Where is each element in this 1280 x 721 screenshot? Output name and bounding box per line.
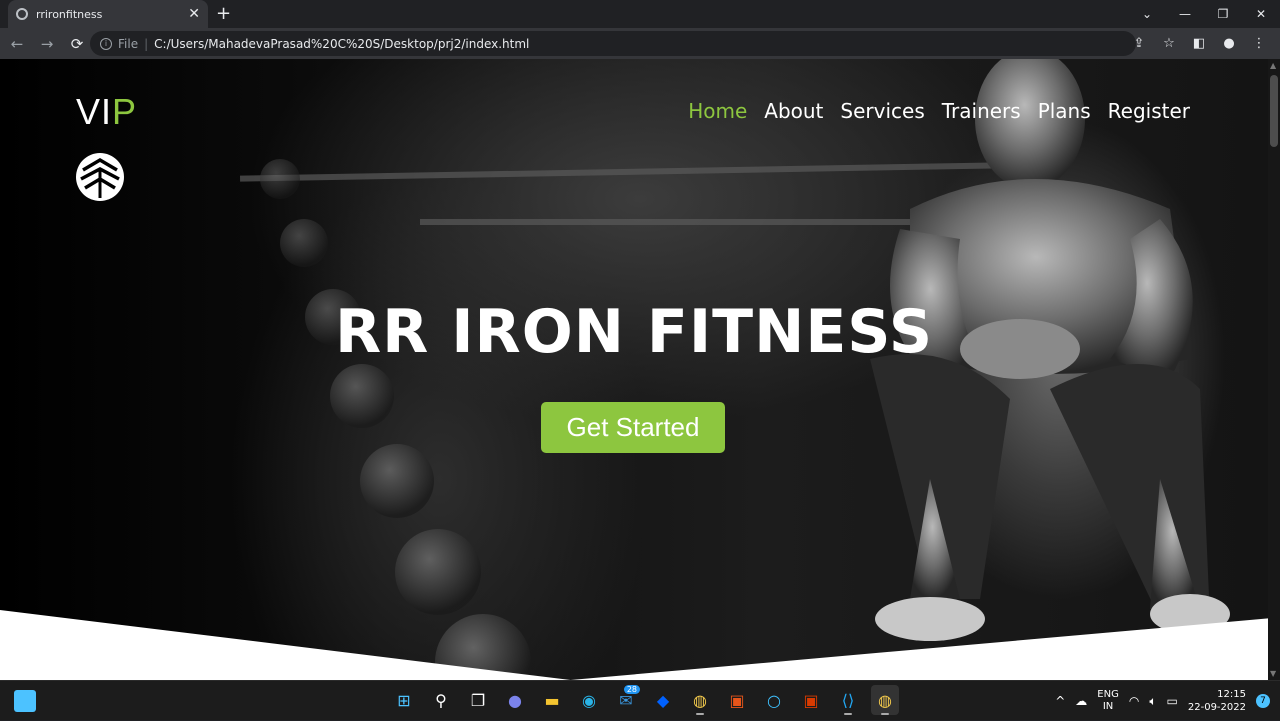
task-view-icon[interactable]: ❐ (464, 685, 492, 715)
mail-badge: 28 (623, 685, 640, 694)
athlete-image (870, 59, 1230, 641)
scrollbar-thumb[interactable] (1270, 75, 1278, 147)
scheme-label: File (118, 36, 139, 51)
chrome-icon[interactable]: ◍ (686, 685, 714, 715)
windows-taskbar: ⊞ ⚲ ❐ ● ▬ ◉ ✉ 28 ◆ ◍ ▣ ○ ▣ ⟨⟩ ◍ ^ ☁ ENG I… (0, 680, 1280, 720)
share-icon[interactable]: ⇪ (1126, 36, 1152, 51)
widgets-icon[interactable] (14, 690, 36, 712)
address-separator: | (144, 36, 149, 51)
star-icon[interactable]: ☆ (1156, 36, 1182, 51)
new-tab-button[interactable]: + (216, 4, 231, 24)
file-explorer-icon[interactable]: ▬ (538, 685, 566, 715)
clock[interactable]: 12:15 22-09-2022 (1188, 688, 1246, 714)
nav-home-link[interactable]: Home (688, 99, 747, 123)
gym-emblem-icon[interactable] (75, 152, 125, 202)
minimize-button[interactable]: — (1166, 0, 1204, 28)
system-tray: ^ ☁ ENG IN ◠ 🔈︎ ▭ 12:15 22-09-2022 7 (1055, 681, 1270, 721)
maximize-button[interactable]: ❐ (1204, 0, 1242, 28)
tray-overflow-icon[interactable]: ^ (1055, 694, 1065, 708)
info-icon[interactable]: i (100, 37, 112, 50)
cortana-icon[interactable]: ○ (760, 685, 788, 715)
language-indicator[interactable]: ENG IN (1097, 689, 1119, 713)
address-bar[interactable]: i File | C:/Users/MahadevaPrasad%20C%20S… (90, 31, 1136, 56)
main-navigation: Home About Services Trainers Plans Regis… (688, 99, 1190, 123)
notification-badge[interactable]: 7 (1256, 694, 1270, 708)
globe-icon (16, 8, 28, 20)
browser-toolbar: ← → ⟳ i File | C:/Users/MahadevaPrasad%2… (0, 28, 1280, 59)
onedrive-icon[interactable]: ☁ (1075, 694, 1087, 708)
clock-date: 22-09-2022 (1187, 702, 1246, 713)
page-scrollbar[interactable]: ▲ ▼ (1268, 59, 1280, 680)
nav-trainers-link[interactable]: Trainers (942, 99, 1021, 123)
taskbar-apps: ⊞ ⚲ ❐ ● ▬ ◉ ✉ 28 ◆ ◍ ▣ ○ ▣ ⟨⟩ ◍ (390, 685, 899, 715)
search-icon[interactable]: ⚲ (427, 685, 455, 715)
start-icon[interactable]: ⊞ (390, 685, 418, 715)
toolbar-actions: ⇪ ☆ ◧ ● ⋮ (1126, 28, 1272, 59)
tab-title: rrironfitness (36, 7, 103, 21)
nav-services-link[interactable]: Services (840, 99, 924, 123)
scroll-up-icon[interactable]: ▲ (1270, 61, 1276, 70)
lang-top: ENG (1097, 689, 1119, 700)
clock-time: 12:15 (1217, 689, 1246, 700)
window-controls: ⌄ — ❐ ✕ (1128, 0, 1280, 28)
menu-icon[interactable]: ⋮ (1246, 36, 1272, 51)
back-icon[interactable]: ← (4, 35, 30, 53)
nav-about-link[interactable]: About (764, 99, 823, 123)
wifi-icon[interactable]: ◠ (1129, 694, 1139, 708)
url-text[interactable]: C:/Users/MahadevaPrasad%20C%20S/Desktop/… (154, 37, 529, 51)
mail-icon[interactable]: ✉ 28 (612, 685, 640, 715)
logo-text-main: VI (76, 91, 113, 132)
chrome-active-icon[interactable]: ◍ (871, 685, 899, 715)
vscode-icon[interactable]: ⟨⟩ (834, 685, 862, 715)
logo-text-accent: P (112, 91, 138, 132)
browser-tab-strip: rrironfitness ✕ + ⌄ — ❐ ✕ (0, 0, 1280, 28)
browser-tab[interactable]: rrironfitness ✕ (8, 0, 208, 28)
sidepanel-icon[interactable]: ◧ (1186, 36, 1212, 51)
reload-icon[interactable]: ⟳ (64, 35, 90, 53)
tab-search-icon[interactable]: ⌄ (1128, 0, 1166, 28)
office-icon[interactable]: ▣ (723, 685, 751, 715)
get-started-button[interactable]: Get Started (541, 402, 725, 453)
volume-icon[interactable]: 🔈︎ (1149, 694, 1156, 709)
forward-icon[interactable]: → (34, 35, 60, 53)
tab-close-icon[interactable]: ✕ (188, 7, 200, 21)
hero-title: RR IRON FITNESS (334, 297, 934, 367)
nav-register-link[interactable]: Register (1108, 99, 1190, 123)
dropbox-icon[interactable]: ◆ (649, 685, 677, 715)
profile-icon[interactable]: ● (1216, 36, 1242, 51)
lang-bottom: IN (1102, 701, 1114, 712)
office-red-icon[interactable]: ▣ (797, 685, 825, 715)
site-logo[interactable]: VIP (76, 91, 137, 133)
web-page: VIP Home About Services Trainers Plans R… (0, 59, 1268, 680)
nav-plans-link[interactable]: Plans (1038, 99, 1091, 123)
teams-chat-icon[interactable]: ● (501, 685, 529, 715)
close-window-button[interactable]: ✕ (1242, 0, 1280, 28)
scroll-down-icon[interactable]: ▼ (1270, 669, 1276, 678)
edge-icon[interactable]: ◉ (575, 685, 603, 715)
battery-icon[interactable]: ▭ (1167, 694, 1178, 708)
